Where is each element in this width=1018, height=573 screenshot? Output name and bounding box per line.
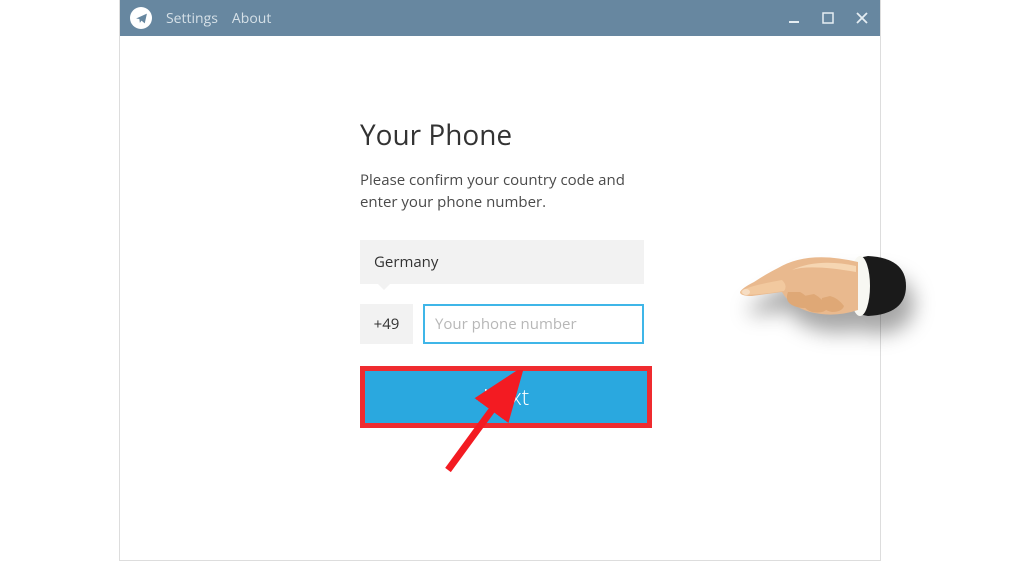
phone-input[interactable]: [423, 304, 644, 344]
minimize-icon[interactable]: [786, 10, 802, 26]
country-code-field[interactable]: +49: [360, 304, 413, 344]
page-title: Your Phone: [360, 116, 880, 154]
app-window: Settings About Your Phone Please confirm…: [120, 0, 880, 560]
phone-row: +49: [360, 304, 644, 344]
content-area: Your Phone Please confirm your country c…: [120, 36, 880, 560]
maximize-icon[interactable]: [820, 10, 836, 26]
menu-about[interactable]: About: [232, 9, 271, 28]
next-button[interactable]: Next: [365, 371, 647, 423]
window-controls: [786, 10, 870, 26]
next-button-highlight: Next: [360, 366, 652, 428]
page-subtitle: Please confirm your country code and ent…: [360, 170, 660, 214]
close-icon[interactable]: [854, 10, 870, 26]
titlebar: Settings About: [120, 0, 880, 36]
country-select[interactable]: Germany: [360, 240, 644, 284]
menu-settings[interactable]: Settings: [166, 9, 218, 28]
telegram-icon: [130, 7, 152, 29]
